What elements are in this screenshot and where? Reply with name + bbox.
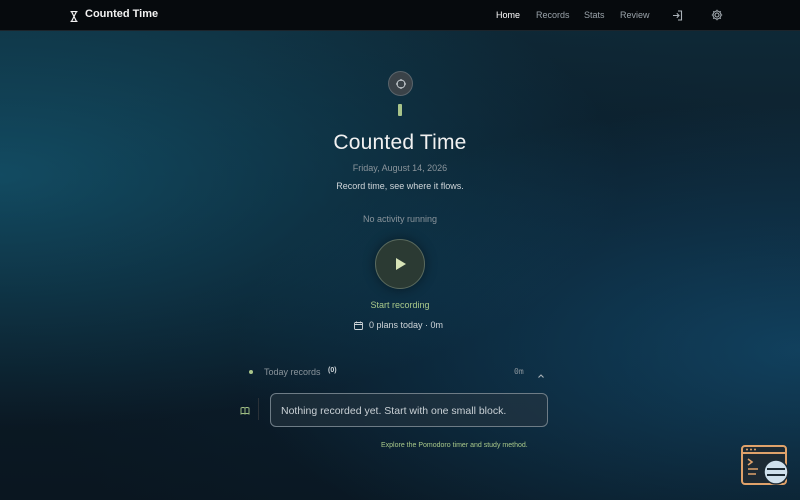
start-timer-button[interactable]	[375, 239, 425, 289]
timeline-divider	[258, 398, 259, 420]
floating-widget-icon[interactable]	[740, 444, 792, 488]
nav-home[interactable]: Home	[496, 10, 520, 20]
plans-summary-text: 0 plans today · 0m	[369, 320, 444, 330]
gear-icon[interactable]	[710, 8, 724, 22]
play-icon	[392, 256, 408, 272]
today-records-count: (0)	[328, 367, 337, 374]
brand-title: Counted Time	[85, 8, 159, 20]
top-bar: Counted Time Home Records Stats Review	[0, 0, 800, 31]
empty-records-message: Nothing recorded yet. Start with one sma…	[270, 393, 548, 427]
app-logo-icon	[388, 71, 413, 96]
plans-summary[interactable]: 0 plans today · 0m	[354, 320, 443, 330]
tagline: Record time, see where it flows.	[336, 181, 464, 191]
hourglass-icon	[70, 9, 78, 22]
current-date: Friday, August 14, 2026	[352, 163, 448, 173]
pomodoro-link[interactable]: Explore the Pomodoro timer and study met…	[381, 442, 528, 449]
nav-stats[interactable]: Stats	[584, 10, 605, 20]
nav-records[interactable]: Records	[536, 10, 570, 20]
sign-in-icon[interactable]	[670, 8, 684, 22]
today-total-time: 0m	[514, 367, 524, 376]
timer-status: No activity running	[362, 214, 438, 224]
nav-review[interactable]: Review	[620, 10, 650, 20]
status-dot	[249, 370, 253, 374]
page-title: Counted Time	[333, 131, 467, 154]
logo-accent-bar	[398, 104, 402, 116]
chevron-up-icon[interactable]	[536, 368, 546, 378]
start-recording-link[interactable]: Start recording	[0, 300, 800, 310]
calendar-icon	[354, 321, 363, 330]
today-records-label: Today records	[264, 367, 321, 377]
today-records-header[interactable]: Today records (0) 0m	[249, 366, 549, 380]
book-icon	[240, 403, 250, 415]
brand[interactable]: Counted Time	[70, 8, 159, 22]
